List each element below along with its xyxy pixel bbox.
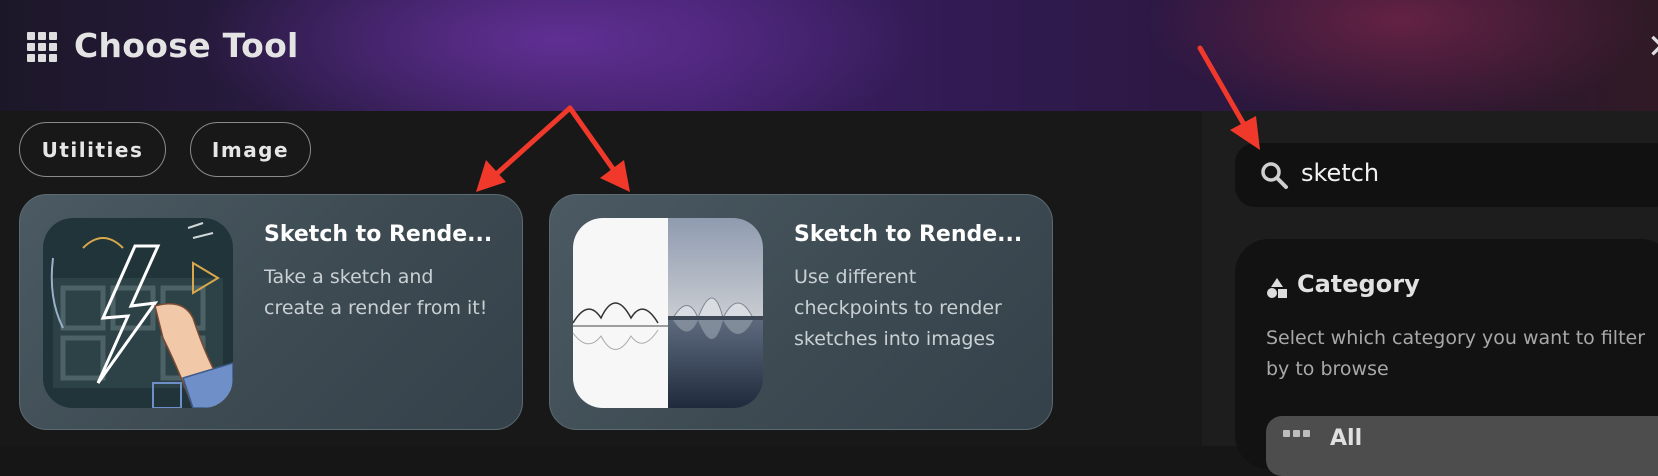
card-description: Take a sketch and create a render from i… (264, 266, 488, 319)
grid-icon (1283, 430, 1313, 442)
close-icon[interactable]: ✕ (1647, 30, 1658, 64)
chalk-lightning-hand-image (43, 218, 233, 408)
header-bar: Choose Tool ✕ (0, 0, 1658, 111)
grid-icon (27, 32, 57, 62)
category-all-label: All (1330, 426, 1363, 451)
card-title: Sketch to Rende... (264, 222, 493, 247)
card-description: Use different checkpoints to render sket… (794, 266, 1002, 350)
tool-card-sketch-to-render-2[interactable]: Sketch to Rende... Use different checkpo… (549, 194, 1053, 430)
filter-pill-image[interactable]: Image (190, 122, 311, 177)
tool-card-sketch-to-render-1[interactable]: Sketch to Rende... Take a sketch and cre… (19, 194, 523, 430)
filter-pill-utilities[interactable]: Utilities (19, 122, 166, 177)
category-all-button[interactable]: All (1266, 416, 1658, 476)
sketch-vs-render-building-image (573, 218, 763, 408)
shapes-icon (1267, 278, 1287, 298)
search-input[interactable]: sketch (1301, 159, 1379, 187)
page-title: Choose Tool (74, 26, 299, 65)
search-icon (1261, 162, 1288, 189)
category-title: Category (1297, 270, 1420, 298)
card-title: Sketch to Rende... (794, 222, 1023, 247)
category-description: Select which category you want to filter… (1266, 327, 1646, 380)
search-box[interactable]: sketch (1235, 143, 1658, 207)
category-panel: Category Select which category you want … (1235, 239, 1658, 476)
